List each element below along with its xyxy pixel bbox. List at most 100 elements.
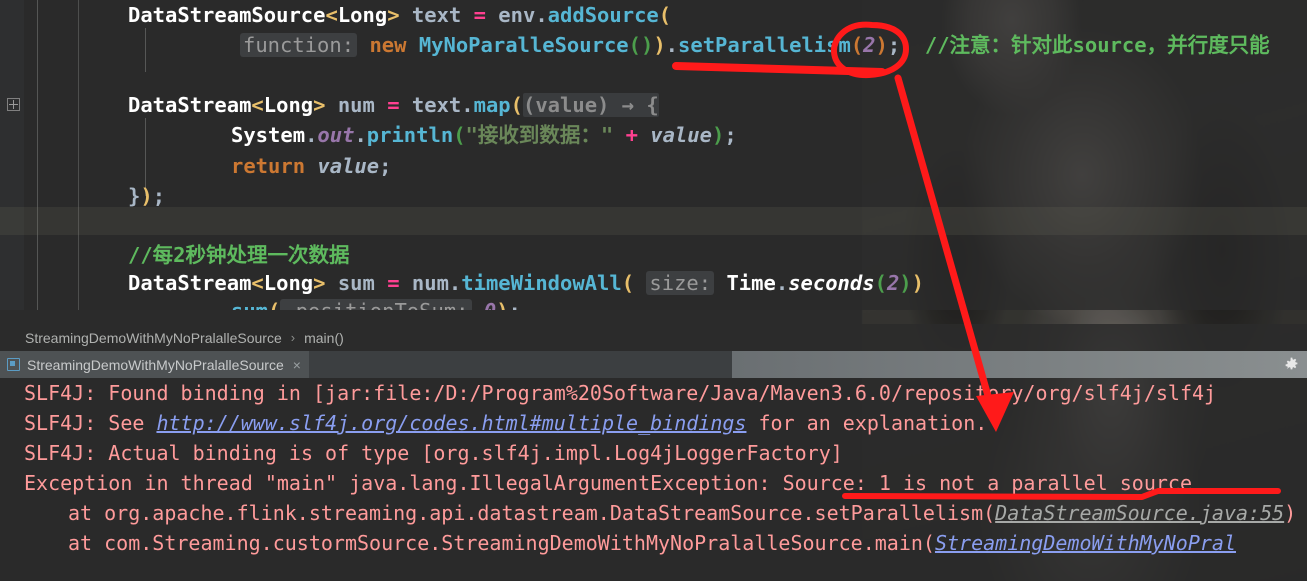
code-token: ( — [510, 93, 523, 117]
code-line[interactable]: return value; — [0, 151, 1307, 181]
code-token: println — [366, 123, 454, 147]
code-token: ( — [874, 271, 887, 295]
code-token: function: — [240, 33, 358, 57]
code-token: < — [325, 3, 338, 27]
code-token: > — [313, 271, 326, 295]
console-hyperlink[interactable]: DataStreamSource.java:55 — [995, 501, 1284, 525]
code-line[interactable]: }); — [0, 181, 1307, 211]
code-token: . — [665, 33, 679, 57]
code-token: ( — [268, 299, 280, 310]
code-token: ; — [152, 184, 166, 208]
code-token: > — [387, 3, 400, 27]
code-token: ) — [899, 271, 912, 295]
run-tab-label: StreamingDemoWithMyNoPralalleSource — [27, 356, 284, 373]
console-text-run: at org.apache.flink.streaming.api.datast… — [68, 501, 996, 525]
code-token: setParallelism — [678, 33, 851, 57]
code-token: DataStream — [128, 271, 252, 295]
caret-row-highlight — [0, 207, 1307, 235]
code-line[interactable]: //每2秒钟处理一次数据 — [0, 240, 1307, 270]
code-line[interactable]: DataStreamSource<Long> text = env.addSou… — [0, 0, 1307, 30]
code-token: value — [650, 123, 712, 147]
code-token: //每2秒钟处理一次数据 — [128, 243, 350, 267]
console-line: SLF4J: Found binding in [jar:file:/D:/Pr… — [0, 378, 1307, 408]
code-token: ; — [724, 123, 737, 147]
console-text-run: SLF4J: See — [24, 411, 157, 435]
code-token: //注意：针对此source，并行度只能 — [900, 33, 1270, 57]
close-icon[interactable]: × — [293, 358, 301, 372]
breadcrumb-method[interactable]: main() — [304, 330, 344, 346]
console-line: at com.Streaming.custormSource.Streaming… — [0, 528, 1307, 558]
code-line[interactable]: sum( positionToSum: 0); — [0, 296, 1307, 310]
code-line[interactable]: DataStream<Long> sum = num.timeWindowAll… — [0, 268, 1307, 298]
code-token: timeWindowAll — [461, 271, 622, 295]
breadcrumb-class[interactable]: StreamingDemoWithMyNoPralalleSource — [25, 330, 282, 346]
code-token: env. — [485, 3, 548, 27]
code-editor[interactable]: DataStreamSource<Long> text = env.addSou… — [0, 0, 1307, 310]
code-token: . — [775, 271, 789, 295]
code-token: value — [317, 154, 380, 178]
code-token: ) — [140, 184, 153, 208]
code-token: 0 — [484, 299, 496, 310]
code-token: System — [231, 123, 306, 147]
run-configuration-icon — [7, 358, 20, 371]
console-hyperlink[interactable]: StreamingDemoWithMyNoPral — [935, 531, 1236, 555]
console-text-run: at com.Streaming.custormSource.Streaming… — [68, 531, 935, 555]
code-token: Long — [263, 271, 314, 295]
code-token: sum — [325, 271, 388, 295]
console-line: SLF4J: See http://www.slf4j.org/codes.ht… — [0, 408, 1307, 438]
code-token: ) — [911, 271, 924, 295]
code-line[interactable]: function: new MyNoParalleSource()).setPa… — [0, 30, 1307, 60]
code-token: Time — [726, 271, 776, 295]
code-token: num. — [399, 271, 462, 295]
code-token: sum — [231, 299, 268, 310]
settings-gear-icon[interactable] — [1284, 357, 1299, 372]
code-token: ) — [496, 299, 508, 310]
code-token: = — [387, 271, 400, 295]
code-token: = — [387, 93, 400, 117]
code-token: . — [354, 123, 367, 147]
run-tool-window-tabbar[interactable]: StreamingDemoWithMyNoPralalleSource × — [0, 351, 1307, 378]
breadcrumb-separator-icon: › — [290, 330, 296, 345]
console-text-run: for an explanation. — [746, 411, 988, 435]
code-token: DataStreamSource — [128, 3, 326, 27]
code-token: 2 — [886, 271, 900, 295]
code-token: seconds — [788, 271, 875, 295]
code-line[interactable]: DataStream<Long> num = text.map((value) … — [0, 90, 1307, 120]
code-token: ( — [621, 271, 635, 295]
code-token: new — [369, 33, 407, 57]
console-text-run: SLF4J: Found binding in [jar:file:/D:/Pr… — [24, 381, 1217, 405]
console-text-run: SLF4J: Actual binding is of type [org.sl… — [24, 441, 843, 465]
code-token: MyNoParalleSource — [418, 33, 629, 57]
console-text-run: Exception in thread "main" java.lang.Ill… — [24, 471, 1192, 495]
code-token: + — [625, 123, 638, 147]
run-tab-active[interactable]: StreamingDemoWithMyNoPralalleSource × — [0, 351, 309, 378]
code-token: > — [313, 93, 326, 117]
run-console-output[interactable]: SLF4J: Found binding in [jar:file:/D:/Pr… — [0, 378, 1307, 581]
console-line: at org.apache.flink.streaming.api.datast… — [0, 498, 1307, 528]
code-token: ( — [453, 123, 466, 147]
code-token: DataStream — [128, 93, 252, 117]
breadcrumb[interactable]: StreamingDemoWithMyNoPralalleSource › ma… — [0, 324, 1307, 351]
code-token: out — [317, 123, 355, 147]
code-token: "接收到数据：" — [465, 123, 614, 147]
console-hyperlink[interactable]: http://www.slf4j.org/codes.html#multiple… — [156, 411, 746, 435]
code-token: size: — [646, 271, 715, 295]
code-token: 2 — [863, 33, 876, 57]
code-token: num — [325, 93, 388, 117]
code-token: ; — [509, 299, 521, 310]
code-token: ) — [711, 123, 725, 147]
console-line: Exception in thread "main" java.lang.Ill… — [0, 468, 1307, 498]
code-token: positionToSum: — [280, 299, 472, 310]
code-token: ) — [640, 33, 654, 57]
code-token: ) — [653, 33, 666, 57]
code-line[interactable]: System.out.println("接收到数据：" + value); — [0, 120, 1307, 150]
code-token: = — [473, 3, 486, 27]
intellij-idea-window: DataStreamSource<Long> text = env.addSou… — [0, 0, 1307, 581]
